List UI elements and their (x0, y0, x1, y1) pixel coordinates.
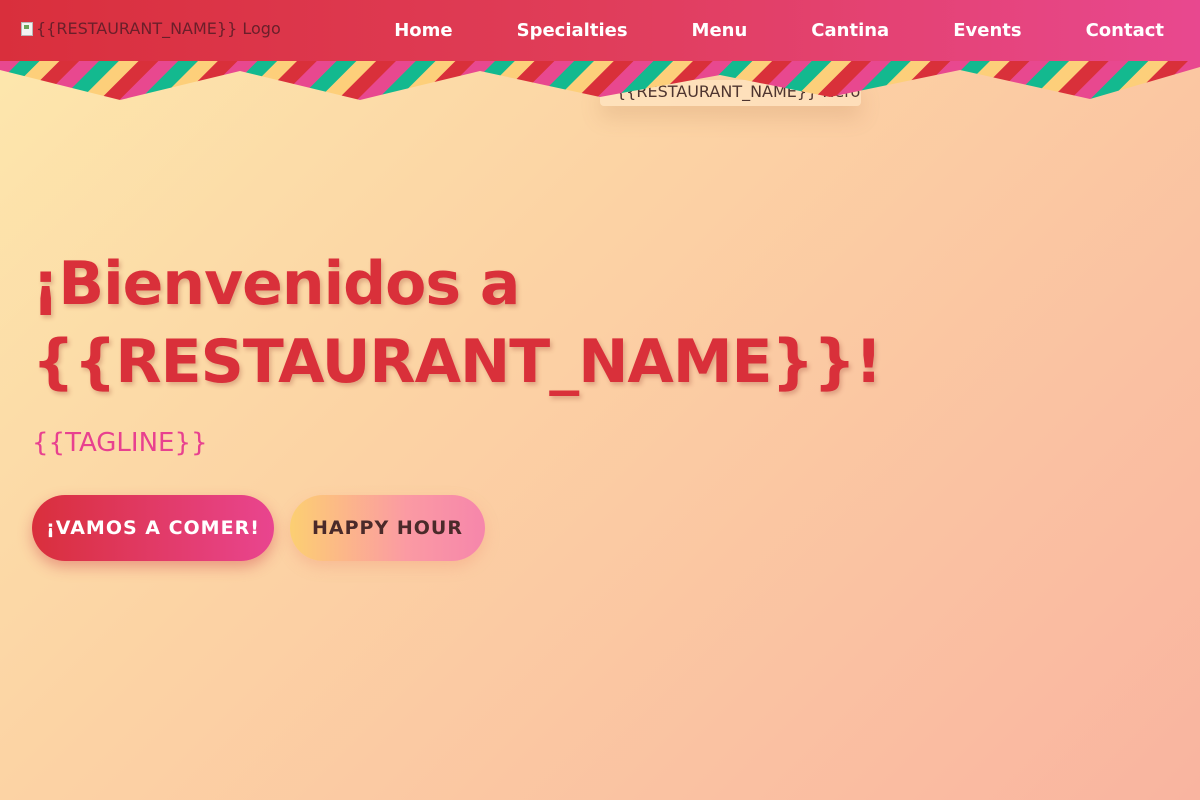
logo-alt-text: {{RESTAURANT_NAME}} Logo (36, 19, 281, 38)
vamos-a-comer-button[interactable]: ¡VAMOS A COMER! (32, 495, 274, 561)
hero-tagline: {{TAGLINE}} (32, 428, 208, 458)
hero-title-line1: ¡Bienvenidos a (32, 249, 520, 319)
festive-zigzag-banner (0, 61, 1200, 100)
nav-contact[interactable]: Contact (1054, 20, 1196, 41)
nav-events[interactable]: Events (921, 20, 1053, 41)
nav-menu[interactable]: Menu (660, 20, 780, 41)
happy-hour-button[interactable]: HAPPY HOUR (290, 495, 485, 561)
broken-image-icon (20, 21, 34, 37)
nav-cantina[interactable]: Cantina (779, 20, 921, 41)
hero-section: ¡Bienvenidos a {{RESTAURANT_NAME}}! {{TA… (32, 245, 932, 561)
hero-title: ¡Bienvenidos a {{RESTAURANT_NAME}}! (32, 245, 932, 401)
main-nav: Home Specialties Menu Cantina Events Con… (362, 0, 1196, 61)
logo[interactable]: {{RESTAURANT_NAME}} Logo (20, 18, 281, 40)
hero-title-line2: {{RESTAURANT_NAME}}! (32, 327, 882, 397)
hero-buttons: ¡VAMOS A COMER! HAPPY HOUR (32, 495, 932, 561)
nav-home[interactable]: Home (362, 20, 484, 41)
site-header: {{RESTAURANT_NAME}} Logo Home Specialtie… (0, 0, 1200, 61)
nav-specialties[interactable]: Specialties (485, 20, 660, 41)
